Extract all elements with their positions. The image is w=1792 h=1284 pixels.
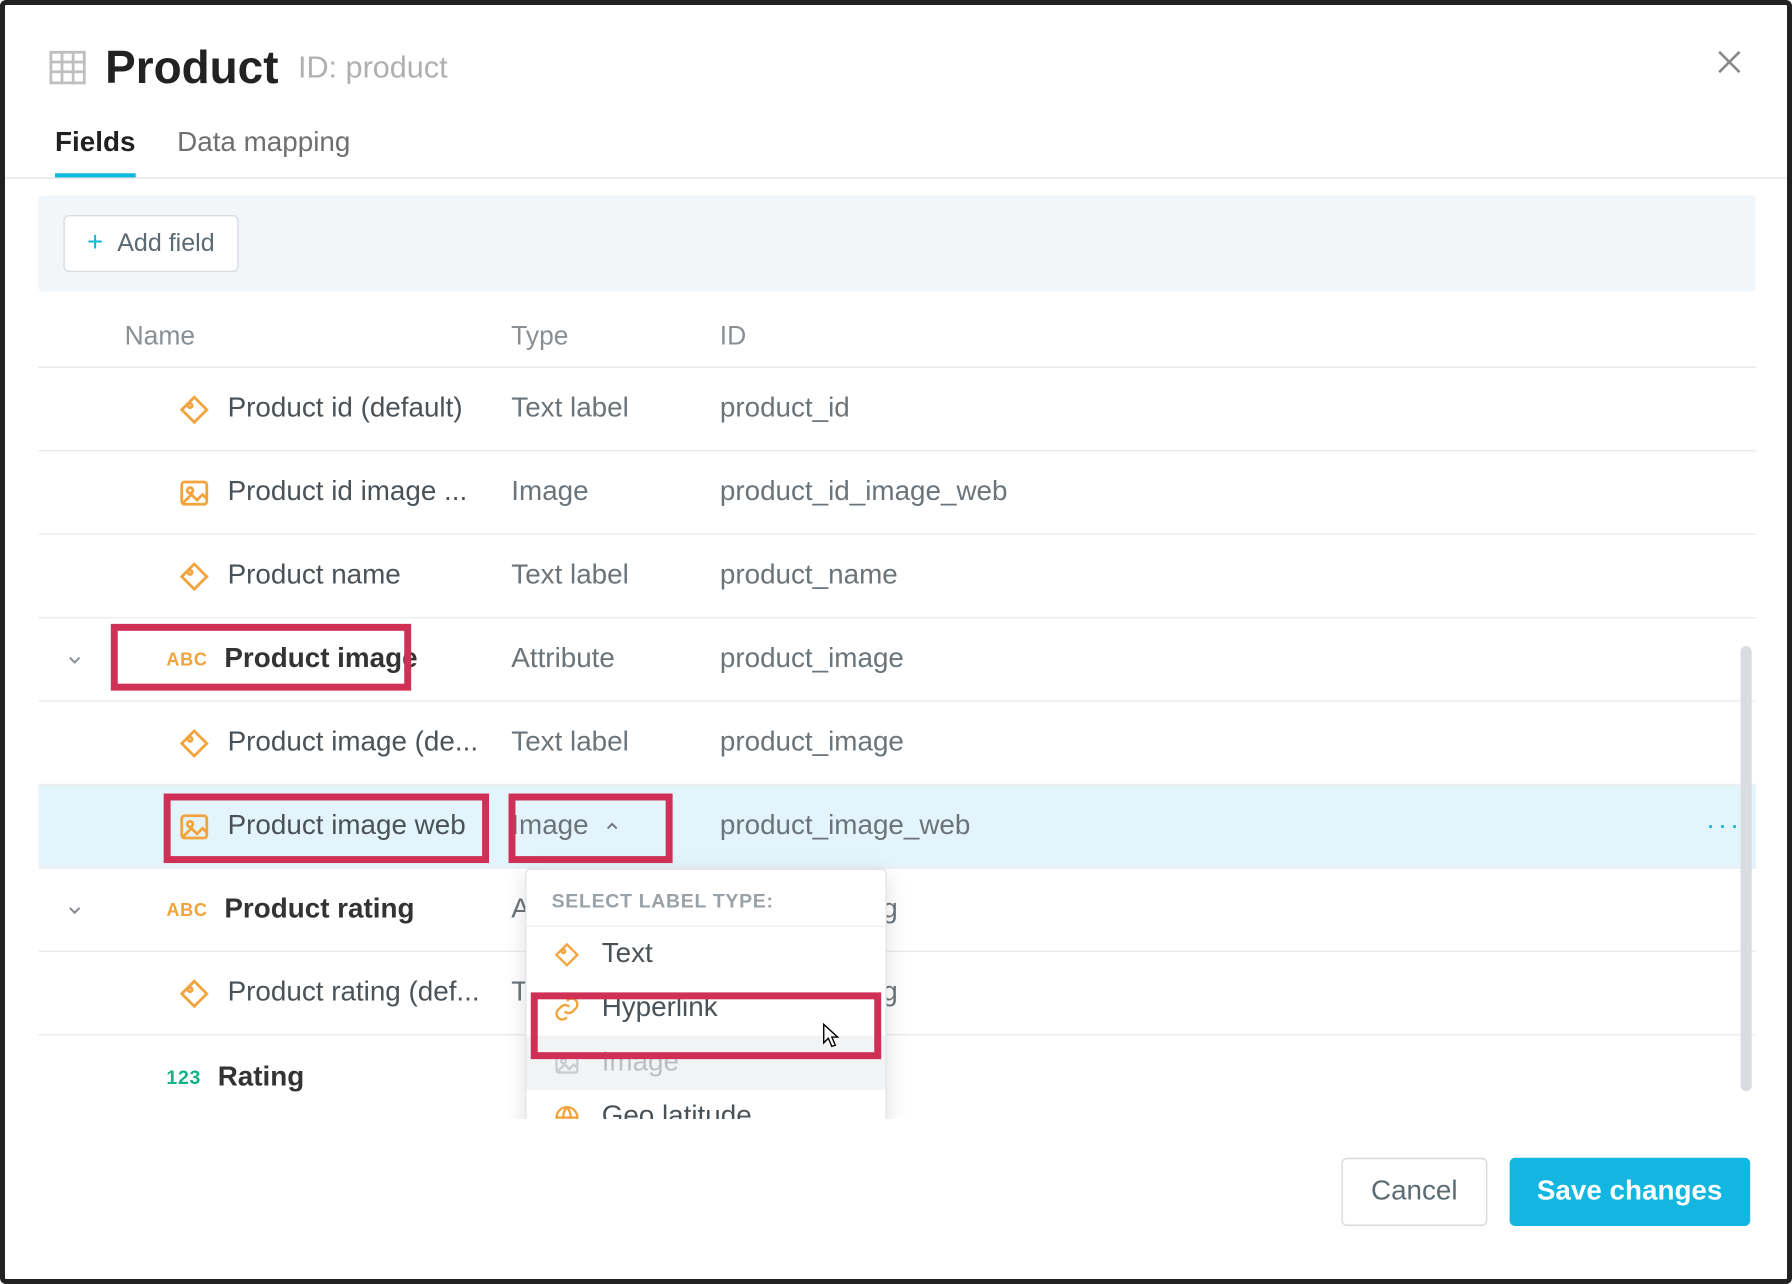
add-field-button[interactable]: + Add field (63, 215, 238, 272)
row-name: Rating (218, 1061, 305, 1093)
tab-data-mapping[interactable]: Data mapping (177, 127, 350, 177)
table-row[interactable]: Product name Text label product_name (38, 535, 1755, 618)
cursor-icon (814, 1022, 842, 1062)
page-subtitle: ID: product (298, 49, 448, 85)
row-name: Product image (224, 643, 417, 675)
tag-icon (177, 394, 210, 425)
row-name: Product id (default) (227, 393, 462, 425)
number-icon: 123 (166, 1066, 201, 1088)
image-icon (552, 1049, 583, 1077)
row-id: product_id_image_web (720, 476, 1756, 508)
row-name: Product name (227, 560, 400, 592)
chevron-down-icon[interactable] (61, 900, 89, 919)
table-row[interactable]: Product id (default) Text label product_… (38, 368, 1755, 451)
scrollbar[interactable] (1740, 646, 1751, 1091)
row-name: Product id image ... (227, 476, 467, 508)
add-field-bar: + Add field (38, 196, 1755, 292)
chevron-up-icon (602, 817, 620, 835)
col-id: ID (720, 322, 1756, 353)
row-type: Text label (511, 560, 720, 592)
row-name: Product rating (def... (227, 977, 479, 1009)
table-row[interactable]: 123 Rating (38, 1035, 1755, 1118)
plus-icon: + (87, 227, 103, 259)
col-name: Name (38, 322, 511, 353)
tag-icon (552, 940, 583, 968)
row-type: Attribute (511, 643, 720, 675)
column-headers: Name Type ID (38, 291, 1755, 367)
dropdown-item-geo-latitude[interactable]: Geo latitude (526, 1090, 885, 1119)
table-row[interactable]: ABC Product image Attribute product_imag… (38, 618, 1755, 701)
add-field-label: Add field (117, 229, 214, 258)
dropdown-title: SELECT LABEL TYPE: (526, 870, 885, 927)
chevron-down-icon[interactable] (61, 650, 89, 669)
col-type: Type (511, 322, 720, 353)
row-id: product_name (720, 560, 1756, 592)
row-id: product_id (720, 393, 1756, 425)
row-type: Image (511, 476, 720, 508)
tag-icon (177, 978, 210, 1009)
tag-icon (177, 561, 210, 592)
row-id: product_image_web (720, 810, 1706, 842)
tabs: Fields Data mapping (5, 94, 1789, 179)
label-type-dropdown: SELECT LABEL TYPE: Text Hyperlink Image … (525, 869, 887, 1119)
table-icon (49, 51, 85, 84)
abc-icon: ABC (166, 899, 207, 920)
tab-fields[interactable]: Fields (55, 127, 135, 177)
row-type-open[interactable]: Image (511, 810, 720, 842)
row-type: Text label (511, 727, 720, 759)
image-icon (177, 477, 210, 508)
image-icon (177, 811, 210, 842)
rows-container: Product id (default) Text label product_… (38, 368, 1755, 1119)
row-id: product_image (720, 727, 1756, 759)
row-name: Product rating (224, 894, 414, 926)
row-name: Product image (de... (227, 727, 477, 759)
row-type: Text label (511, 393, 720, 425)
dropdown-item-text[interactable]: Text (526, 927, 885, 981)
table-row[interactable]: ABC Product rating Attribute product_rat… (38, 869, 1755, 952)
tag-icon (177, 727, 210, 758)
close-button[interactable] (1714, 47, 1745, 85)
table-row[interactable]: Product rating (def... Text label produc… (38, 952, 1755, 1035)
table-row-selected[interactable]: Product image web Image product_image_we… (38, 785, 1755, 868)
table-row[interactable]: Product image (de... Text label product_… (38, 702, 1755, 785)
table-row[interactable]: Product id image ... Image product_id_im… (38, 451, 1755, 534)
page-title: Product (105, 41, 278, 94)
abc-icon: ABC (166, 649, 207, 670)
row-id: product_image (720, 643, 1756, 675)
link-icon (552, 994, 583, 1022)
globe-icon (552, 1103, 583, 1119)
save-changes-button[interactable]: Save changes (1509, 1158, 1750, 1226)
cancel-button[interactable]: Cancel (1342, 1158, 1487, 1226)
row-name: Product image web (227, 810, 465, 842)
